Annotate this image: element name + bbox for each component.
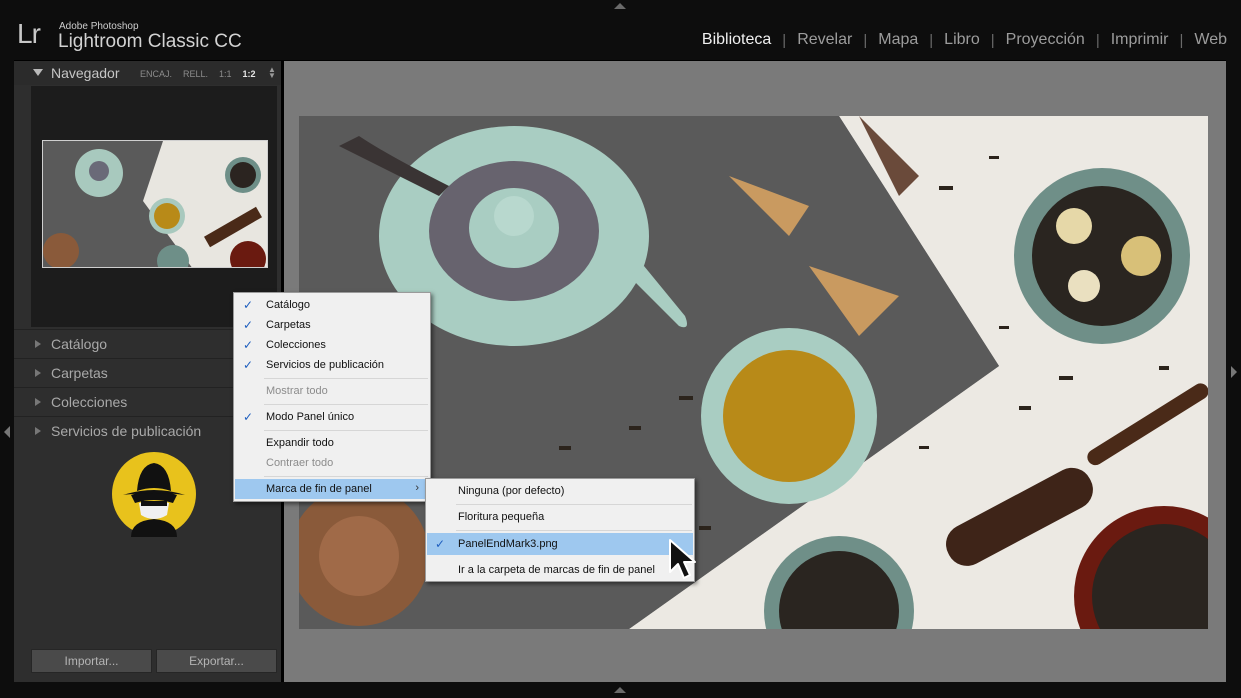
- module-mapa[interactable]: Mapa: [867, 31, 929, 49]
- submenu-arrow-icon: ›: [415, 482, 419, 494]
- submenu-item-label: Floritura pequeña: [458, 511, 545, 523]
- zoom-1-1[interactable]: 1:1: [219, 69, 232, 79]
- identity-plate: Lr Adobe Photoshop Lightroom Classic CC …: [0, 0, 1241, 60]
- menu-separator: [264, 476, 428, 477]
- menu-item-marca-fin-panel[interactable]: Marca de fin de panel ›: [235, 479, 429, 499]
- import-button[interactable]: Importar...: [31, 649, 152, 673]
- navigator-thumbnail[interactable]: [42, 140, 268, 268]
- menu-separator: [456, 504, 692, 505]
- lightroom-logo: Lr: [17, 18, 41, 49]
- submenu-item-ir-carpeta[interactable]: Ir a la carpeta de marcas de fin de pane…: [427, 559, 693, 581]
- zoom-options: ENCAJ. RELL. 1:1 1:2: [140, 69, 256, 79]
- panel-end-mark-submenu: Ninguna (por defecto) Floritura pequeña …: [425, 478, 695, 582]
- expanded-triangle-icon[interactable]: [33, 69, 43, 76]
- menu-item-mostrar-todo: Mostrar todo: [235, 381, 429, 401]
- product-name: Lightroom Classic CC: [58, 31, 242, 52]
- module-imprimir[interactable]: Imprimir: [1100, 31, 1180, 49]
- right-panel-edge[interactable]: [1226, 60, 1241, 685]
- menu-item-carpetas[interactable]: ✓ Carpetas: [235, 315, 429, 335]
- panel-label: Servicios de publicación: [51, 423, 202, 439]
- menu-item-label: Catálogo: [266, 299, 311, 311]
- zoom-dropdown-arrows-icon[interactable]: ▲ ▼: [268, 66, 276, 80]
- check-icon: ✓: [243, 358, 254, 372]
- panel-label: Carpetas: [51, 365, 108, 381]
- submenu-item-panelendmark3[interactable]: ✓ PanelEndMark3.png: [427, 533, 693, 555]
- check-icon: ✓: [243, 318, 254, 332]
- collapsed-triangle-icon[interactable]: [35, 427, 41, 435]
- menu-separator: [264, 404, 428, 405]
- check-icon: ✓: [243, 338, 254, 352]
- module-web[interactable]: Web: [1183, 31, 1227, 49]
- thumbnail-image: [43, 141, 267, 267]
- module-biblioteca[interactable]: Biblioteca: [691, 31, 782, 49]
- collapsed-triangle-icon[interactable]: [35, 398, 41, 406]
- menu-separator: [264, 378, 428, 379]
- submenu-item-label: Ninguna (por defecto): [458, 485, 565, 497]
- module-revelar[interactable]: Revelar: [786, 31, 863, 49]
- check-icon: ✓: [435, 537, 446, 551]
- filmstrip-edge[interactable]: [0, 682, 1241, 698]
- navigator-preview[interactable]: [31, 86, 277, 327]
- menu-item-label: Marca de fin de panel: [266, 483, 372, 495]
- menu-item-label: Servicios de publicación: [266, 359, 385, 371]
- left-panel-edge[interactable]: [0, 60, 14, 685]
- submenu-item-label: PanelEndMark3.png: [458, 538, 558, 550]
- expand-filmstrip-arrow-icon[interactable]: [614, 687, 626, 693]
- export-button[interactable]: Exportar...: [156, 649, 277, 673]
- zoom-fit[interactable]: ENCAJ.: [140, 69, 172, 79]
- spy-character-icon: [112, 452, 196, 537]
- menu-item-label: Colecciones: [266, 339, 326, 351]
- menu-item-label: Contraer todo: [266, 457, 334, 469]
- check-icon: ✓: [243, 298, 254, 312]
- submenu-item-floritura[interactable]: Floritura pequeña: [427, 506, 693, 528]
- expand-right-panel-arrow-icon[interactable]: [1231, 366, 1237, 378]
- menu-item-expandir-todo[interactable]: Expandir todo: [235, 433, 429, 453]
- collapse-top-panel-arrow-icon[interactable]: [614, 3, 626, 9]
- submenu-item-label: Ir a la carpeta de marcas de fin de pane…: [458, 564, 655, 576]
- menu-item-label: Mostrar todo: [266, 385, 328, 397]
- menu-item-modo-panel-unico[interactable]: ✓ Modo Panel único: [235, 407, 429, 427]
- menu-item-label: Carpetas: [266, 319, 311, 331]
- collapsed-triangle-icon[interactable]: [35, 369, 41, 377]
- menu-item-label: Modo Panel único: [266, 411, 355, 423]
- navigator-header[interactable]: Navegador ENCAJ. RELL. 1:1 1:2 ▲ ▼: [14, 61, 281, 85]
- zoom-fill[interactable]: RELL.: [183, 69, 208, 79]
- check-icon: ✓: [243, 410, 254, 424]
- menu-item-label: Expandir todo: [266, 437, 334, 449]
- submenu-item-ninguna[interactable]: Ninguna (por defecto): [427, 480, 693, 502]
- menu-item-contraer-todo: Contraer todo: [235, 453, 429, 473]
- collapse-left-panel-arrow-icon[interactable]: [4, 426, 10, 438]
- menu-item-catalogo[interactable]: ✓ Catálogo: [235, 295, 429, 315]
- zoom-1-2[interactable]: 1:2: [243, 69, 256, 79]
- menu-separator: [456, 530, 692, 531]
- panel-label: Colecciones: [51, 394, 128, 410]
- panel-label: Catálogo: [51, 336, 108, 352]
- mouse-pointer-icon: [669, 539, 696, 579]
- navigator-title: Navegador: [51, 65, 120, 81]
- menu-item-colecciones[interactable]: ✓ Colecciones: [235, 335, 429, 355]
- collapsed-triangle-icon[interactable]: [35, 340, 41, 348]
- module-libro[interactable]: Libro: [933, 31, 991, 49]
- menu-separator: [264, 430, 428, 431]
- module-picker: Biblioteca | Revelar | Mapa | Libro | Pr…: [691, 31, 1227, 49]
- menu-item-servicios-publicacion[interactable]: ✓ Servicios de publicación: [235, 355, 429, 375]
- panel-context-menu: ✓ Catálogo ✓ Carpetas ✓ Colecciones ✓ Se…: [233, 292, 431, 502]
- module-proyeccion[interactable]: Proyección: [995, 31, 1096, 49]
- import-export-bar: Importar... Exportar...: [31, 649, 277, 675]
